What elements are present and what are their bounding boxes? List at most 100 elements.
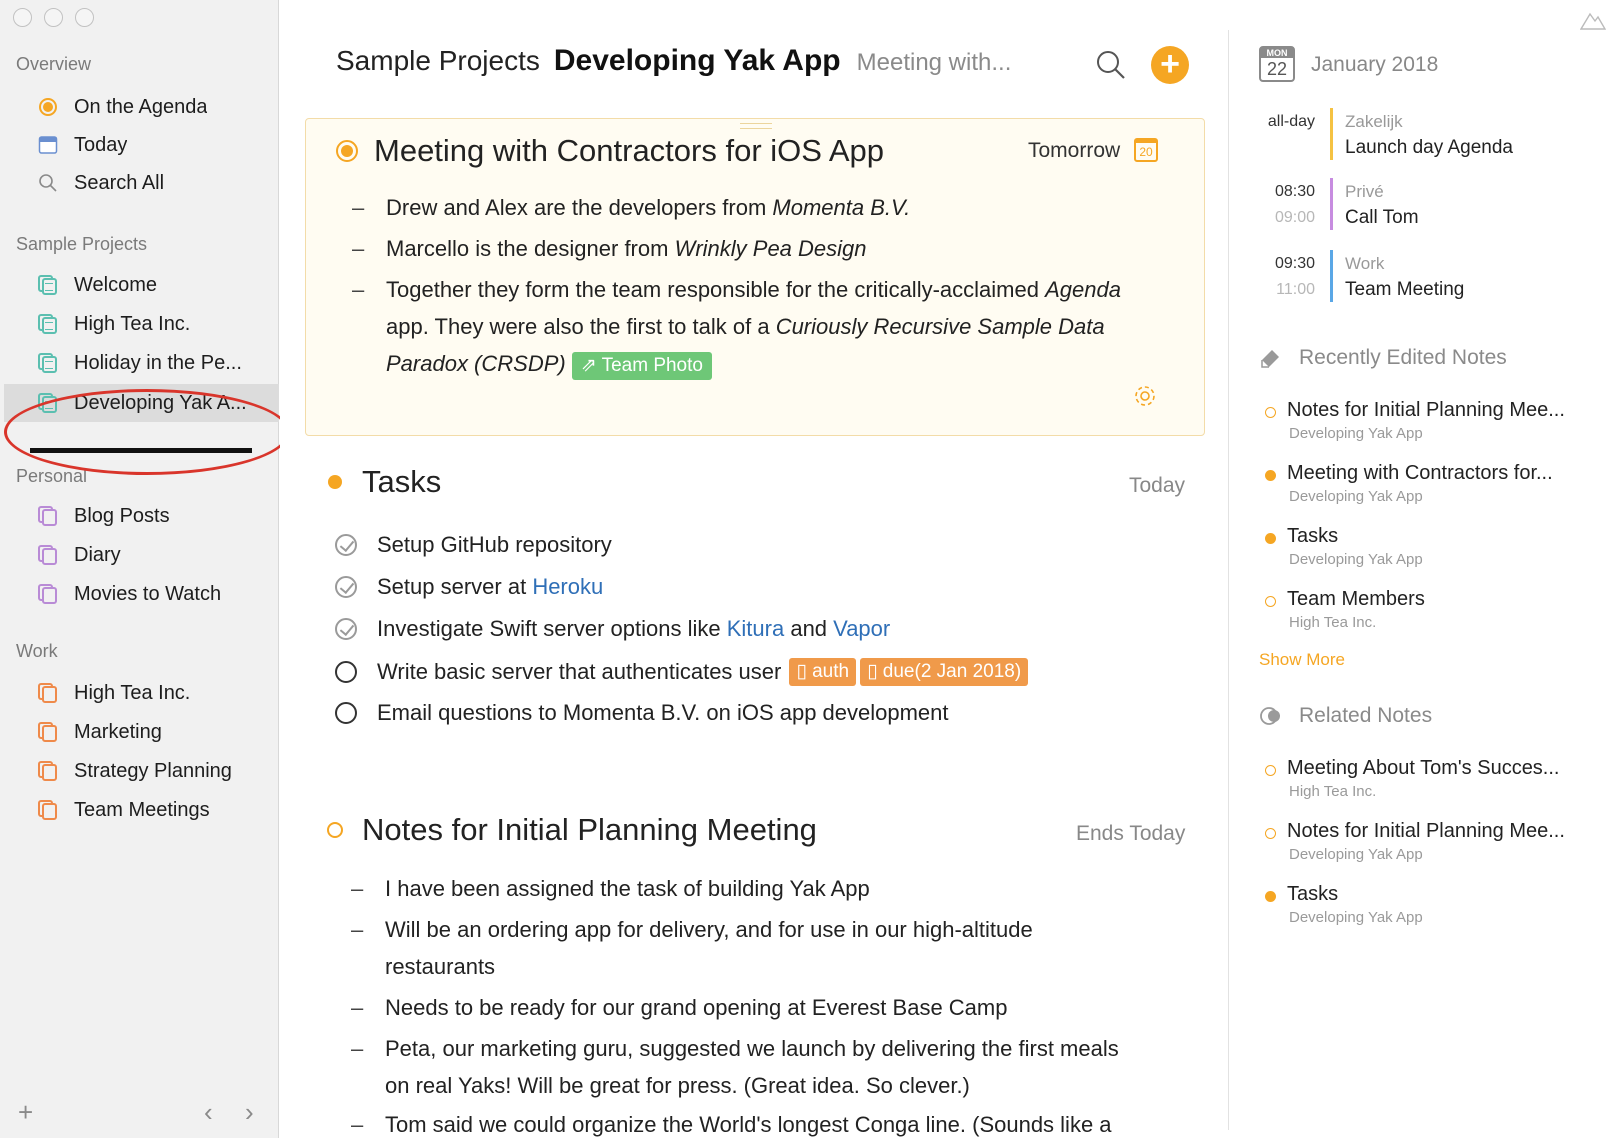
note-date[interactable]: Ends Today xyxy=(1076,822,1185,846)
section-overview: Overview xyxy=(16,54,92,74)
project-icon xyxy=(36,582,60,606)
project-icon xyxy=(36,543,60,567)
forward-button[interactable]: › xyxy=(245,1097,254,1128)
sidebar-item-label: Strategy Planning xyxy=(74,759,232,782)
window-zoom-button[interactable] xyxy=(75,8,94,27)
sidebar-item-label: Marketing xyxy=(74,720,162,743)
sidebar-item-welcome[interactable]: Welcome xyxy=(4,266,279,304)
page-title: Developing Yak App xyxy=(553,44,841,77)
drag-handle-icon[interactable] xyxy=(740,123,772,129)
tag-auth[interactable]: ▯ auth xyxy=(789,658,857,686)
recent-notes-header[interactable]: Recently Edited Notes xyxy=(1259,346,1507,370)
team-photo-attachment[interactable]: ⇗ Team Photo xyxy=(571,352,712,380)
sidebar-item-label: High Tea Inc. xyxy=(74,681,191,704)
gear-icon[interactable] xyxy=(1132,383,1158,409)
sidebar-item-strategy[interactable]: Strategy Planning xyxy=(4,752,279,790)
project-icon xyxy=(36,273,60,297)
sidebar-item-label: Team Meetings xyxy=(74,798,210,821)
annotation-circle xyxy=(4,389,290,475)
sidebar-item-label: Holiday in the Pe... xyxy=(74,351,242,374)
note-date[interactable]: Tomorrow xyxy=(1028,139,1120,163)
window-minimize-button[interactable] xyxy=(44,8,63,27)
related-icon xyxy=(1260,707,1280,725)
agenda-dot-icon xyxy=(1265,470,1276,481)
sidebar-item-today[interactable]: Today xyxy=(4,126,279,164)
sidebar-item-movies[interactable]: Movies to Watch xyxy=(4,575,279,613)
pencil-icon xyxy=(1261,350,1279,368)
kitura-link[interactable]: Kitura xyxy=(727,616,784,642)
sidebar-item-holiday[interactable]: Holiday in the Pe... xyxy=(4,344,279,382)
sidebar-item-marketing[interactable]: Marketing xyxy=(4,713,279,751)
checkbox-checked[interactable] xyxy=(335,576,357,598)
agenda-dot-icon[interactable] xyxy=(328,475,342,489)
vapor-link[interactable]: Vapor xyxy=(833,616,890,642)
sidebar-item-label: Search All xyxy=(74,171,165,194)
sidebar-item-work-high-tea[interactable]: High Tea Inc. xyxy=(4,674,279,712)
breadcrumb: Sample Projects Developing Yak App Meeti… xyxy=(336,44,1011,78)
breadcrumb-note[interactable]: Meeting with... xyxy=(857,49,1012,77)
project-icon xyxy=(36,720,60,744)
sidebar-item-blog-posts[interactable]: Blog Posts xyxy=(4,497,279,535)
project-icon xyxy=(36,312,60,336)
back-button[interactable]: ‹ xyxy=(204,1097,213,1128)
agenda-dot-icon[interactable] xyxy=(327,822,343,838)
sidebar-item-on-the-agenda[interactable]: On the Agenda xyxy=(4,88,279,126)
annotation-underline xyxy=(30,448,252,453)
sidebar-item-label: Movies to Watch xyxy=(74,582,222,605)
checkbox-checked[interactable] xyxy=(335,618,357,640)
right-panel: MON 22 January 2018 all-day Zakelijk Lau… xyxy=(1229,0,1618,1138)
calendar-month-title[interactable]: January 2018 xyxy=(1311,53,1438,77)
task-item: Write basic server that authenticates us… xyxy=(335,658,1029,686)
breadcrumb-project[interactable]: Sample Projects xyxy=(336,45,540,77)
note-header-planning: Notes for Initial Planning Meeting xyxy=(324,812,817,848)
add-note-button[interactable]: + xyxy=(1151,46,1189,84)
note-header: Meeting with Contractors for iOS App xyxy=(336,133,884,169)
checkbox-unchecked[interactable] xyxy=(335,661,357,683)
agenda-dot-icon xyxy=(1265,596,1276,607)
event-color-bar xyxy=(1330,250,1333,302)
show-more-link[interactable]: Show More xyxy=(1259,650,1345,670)
project-icon xyxy=(36,351,60,375)
main-content: Sample Projects Developing Yak App Meeti… xyxy=(280,0,1228,1138)
project-icon xyxy=(36,798,60,822)
project-icon xyxy=(36,681,60,705)
related-notes-header[interactable]: Related Notes xyxy=(1259,704,1432,728)
heroku-link[interactable]: Heroku xyxy=(532,574,603,600)
checkbox-unchecked[interactable] xyxy=(335,702,357,724)
note-title[interactable]: Meeting with Contractors for iOS App xyxy=(374,133,884,169)
note-date[interactable]: Today xyxy=(1129,474,1185,498)
sidebar-item-team-meetings[interactable]: Team Meetings xyxy=(4,791,279,829)
tag-due[interactable]: ▯ due(2 Jan 2018) xyxy=(860,658,1029,686)
event-color-bar xyxy=(1330,178,1333,230)
sidebar-item-diary[interactable]: Diary xyxy=(4,536,279,574)
task-item: Investigate Swift server options like Ki… xyxy=(335,616,890,642)
calendar-date-icon[interactable]: MON 22 xyxy=(1259,46,1295,82)
section-sample-projects: Sample Projects xyxy=(16,234,148,254)
calendar-icon[interactable]: 20 xyxy=(1134,138,1158,162)
note-title[interactable]: Tasks xyxy=(362,464,441,500)
window-close-button[interactable] xyxy=(13,8,32,27)
note-header-tasks: Tasks xyxy=(324,464,441,500)
add-project-button[interactable]: + xyxy=(18,1097,33,1128)
sidebar-item-label: Welcome xyxy=(74,273,157,296)
event-color-bar xyxy=(1330,108,1333,160)
project-icon xyxy=(36,759,60,783)
agenda-dot-icon xyxy=(36,95,60,119)
sidebar-item-label: On the Agenda xyxy=(74,95,208,118)
agenda-dot-icon[interactable] xyxy=(336,140,358,162)
search-button[interactable] xyxy=(1094,48,1128,82)
note-card-contractors[interactable]: Meeting with Contractors for iOS App Tom… xyxy=(305,118,1205,436)
sidebar-item-high-tea[interactable]: High Tea Inc. xyxy=(4,305,279,343)
agenda-dot-icon xyxy=(1265,533,1276,544)
mountain-icon[interactable] xyxy=(1580,8,1606,30)
task-item: Setup server at Heroku xyxy=(335,574,603,600)
sidebar-item-label: Blog Posts xyxy=(74,504,170,527)
search-icon xyxy=(36,171,60,195)
sidebar: Overview On the Agenda Today Search All … xyxy=(0,0,290,1138)
agenda-dot-icon xyxy=(1265,891,1276,902)
sidebar-item-search-all[interactable]: Search All xyxy=(4,164,279,202)
sidebar-item-label: Diary xyxy=(74,543,121,566)
checkbox-checked[interactable] xyxy=(335,534,357,556)
note-title[interactable]: Notes for Initial Planning Meeting xyxy=(362,812,817,848)
section-work: Work xyxy=(16,641,58,661)
